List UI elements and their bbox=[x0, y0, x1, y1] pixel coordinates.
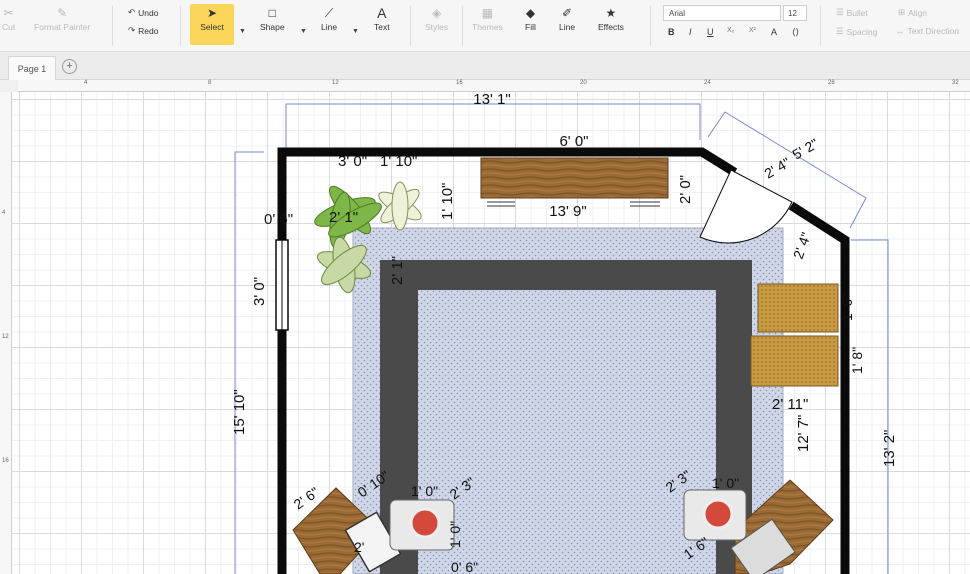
dim-right-total: 13' 2" bbox=[881, 430, 898, 467]
bullet-button[interactable]: ☰ Bullet bbox=[836, 7, 868, 18]
dim-desk-right-b: 1' 0" bbox=[712, 475, 739, 491]
star-icon: ★ bbox=[605, 6, 617, 20]
chair-right-seat bbox=[702, 498, 734, 530]
font-family-select[interactable]: Arial bbox=[663, 5, 781, 21]
select-dropdown-icon[interactable]: ▼ bbox=[239, 28, 246, 35]
dim-desk-left-e: 1' 0" bbox=[447, 521, 463, 548]
link-icon[interactable]: ⟨⟩ bbox=[792, 27, 799, 38]
bullet-list-icon: ☰ bbox=[836, 7, 844, 17]
text-direction-icon: ↔ bbox=[896, 26, 905, 36]
align-icon: ⊞ bbox=[898, 7, 906, 17]
subscript-button[interactable]: X₂ bbox=[727, 27, 734, 34]
separator bbox=[650, 6, 651, 46]
shape-button[interactable]: □ Shape bbox=[260, 4, 285, 32]
dim-wall-right-diag: 2' 4" bbox=[790, 230, 814, 261]
dim-left-window: 3' 0" bbox=[251, 277, 268, 306]
separator bbox=[180, 6, 181, 46]
dim-window-top-b: 1' 10" bbox=[380, 153, 417, 170]
themes-button[interactable]: ▦ Themes bbox=[472, 4, 503, 32]
dim-right-gap: 2' 11" bbox=[772, 396, 808, 413]
dim-plant-side: 1' 10" bbox=[439, 183, 456, 220]
paint-bucket-icon: ◆ bbox=[525, 6, 536, 20]
dim-plant-dist: 2' 1" bbox=[329, 209, 358, 226]
format-painter-button[interactable]: ✎ Format Painter bbox=[34, 4, 90, 32]
separator bbox=[462, 6, 463, 46]
line-dropdown-icon[interactable]: ▼ bbox=[352, 28, 359, 35]
align-button[interactable]: ⊞ Align bbox=[898, 7, 927, 18]
dim-right-shelf-a: 1' 6" bbox=[839, 294, 855, 321]
floor-plan[interactable]: 13' 1" 6' 0" 5' 2" 2' 4" 2' 4" 3' 0" 1' … bbox=[0, 80, 970, 574]
separator bbox=[410, 6, 411, 46]
page-tab-bar: Page 1 + bbox=[0, 52, 970, 80]
pointer-icon: ➤ bbox=[206, 6, 218, 20]
dim-door-diag: 5' 2" bbox=[790, 135, 821, 162]
line-button[interactable]: ⟋ Line bbox=[321, 4, 337, 33]
cut-button[interactable]: ✂ Cut bbox=[2, 4, 15, 32]
dim-door-inner: 2' 4" bbox=[762, 154, 793, 181]
dim-desk-left-c: 1' 0" bbox=[411, 483, 438, 499]
undo-icon: ↶ bbox=[128, 7, 136, 17]
dim-window-top: 3' 0" bbox=[338, 153, 367, 170]
italic-button[interactable]: I bbox=[689, 27, 692, 37]
styles-button[interactable]: ◈ Styles bbox=[425, 4, 448, 32]
fill-button[interactable]: ◆ Fill bbox=[525, 4, 536, 32]
dim-wall-left-gap: 0' 6" bbox=[264, 211, 293, 228]
paintbrush-icon: ✎ bbox=[57, 6, 68, 20]
select-button[interactable]: ➤ Select bbox=[190, 4, 234, 45]
text-a-icon: A bbox=[377, 5, 387, 21]
right-shelf-bottom[interactable] bbox=[750, 335, 839, 387]
font-color-button[interactable]: A bbox=[771, 27, 777, 37]
dim-rug-side: 2' 1" bbox=[389, 256, 406, 285]
tab-page-1[interactable]: Page 1 bbox=[8, 56, 56, 80]
scissors-icon: ✂ bbox=[3, 6, 14, 20]
toolbar: ✂ Cut ✎ Format Painter ↶ Undo ↷ Redo ➤ S… bbox=[0, 0, 970, 52]
line-icon: ⟋ bbox=[324, 5, 334, 20]
effects-button[interactable]: ★ Effects bbox=[598, 4, 624, 32]
dim-top-wall: 6' 0" bbox=[559, 133, 588, 150]
dim-desk-left-g: 0' 6" bbox=[451, 559, 478, 574]
dim-top-total: 13' 1" bbox=[473, 91, 510, 108]
superscript-button[interactable]: X² bbox=[749, 27, 756, 34]
styles-icon: ◈ bbox=[431, 6, 442, 20]
text-button[interactable]: A Text bbox=[374, 4, 390, 32]
square-icon: □ bbox=[268, 6, 276, 20]
font-size-input[interactable]: 12 bbox=[783, 5, 807, 21]
separator bbox=[820, 6, 821, 46]
dim-left-total: 15' 10" bbox=[231, 389, 248, 435]
separator bbox=[112, 6, 113, 46]
dim-cabinet-len: 13' 9" bbox=[549, 203, 586, 220]
chair-left-seat bbox=[409, 507, 441, 539]
underline-button[interactable]: U bbox=[707, 27, 714, 37]
shape-dropdown-icon[interactable]: ▼ bbox=[300, 28, 307, 35]
right-shelf-top[interactable] bbox=[757, 283, 839, 333]
dim-right-shelf-b: 1' 8" bbox=[849, 347, 865, 374]
top-cabinet[interactable] bbox=[480, 157, 669, 199]
dim-cabinet-depth: 2' 0" bbox=[677, 175, 694, 204]
dim-right-inner: 12' 7" bbox=[795, 415, 812, 452]
themes-icon: ▦ bbox=[481, 6, 494, 20]
spacing-icon: ☰ bbox=[836, 26, 844, 36]
redo-button[interactable]: ↷ Redo bbox=[128, 25, 158, 36]
bold-button[interactable]: B bbox=[668, 27, 675, 37]
add-page-button[interactable]: + bbox=[62, 59, 77, 74]
line-style-button[interactable]: ✐ Line bbox=[559, 4, 575, 32]
drawing-canvas[interactable]: 4 8 12 16 20 24 28 32 4 12 16 13' 1" 6' … bbox=[0, 80, 970, 574]
text-direction-button[interactable]: ↔ Text Direction bbox=[896, 26, 959, 36]
dim-desk-left-f: 2' bbox=[354, 539, 364, 555]
undo-button[interactable]: ↶ Undo bbox=[128, 7, 158, 18]
spacing-button[interactable]: ☰ Spacing bbox=[836, 26, 877, 37]
redo-icon: ↷ bbox=[128, 25, 136, 35]
pen-icon: ✐ bbox=[562, 6, 573, 20]
